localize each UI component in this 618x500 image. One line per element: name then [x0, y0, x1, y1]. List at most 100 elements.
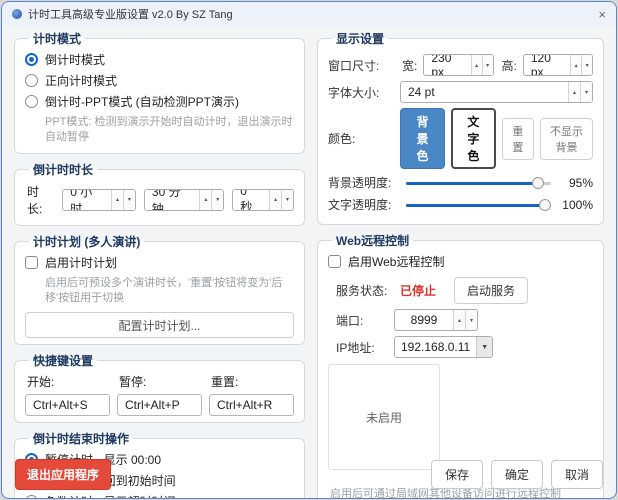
- exit-application-button[interactable]: 退出应用程序: [15, 459, 111, 490]
- left-column: 计时模式 倒计时模式 正向计时模式 倒计时-PPT模式 (自动检测PPT演示) …: [14, 30, 305, 499]
- pause-shortcut-label: 暂停:: [117, 373, 202, 390]
- slider-thumb[interactable]: [539, 199, 551, 211]
- reset-shortcut-label: 重置:: [209, 373, 294, 390]
- reset-shortcut-input[interactable]: Ctrl+Alt+R: [209, 394, 294, 416]
- spin-up-icon[interactable]: ▴: [570, 55, 581, 75]
- group-title-timing-mode: 计时模式: [29, 30, 85, 47]
- group-display-settings: 显示设置 窗口尺寸: 宽: 230 px ▴ ▾ 高: 120 px ▴ ▾: [317, 30, 604, 225]
- color-label: 颜色:: [328, 130, 394, 147]
- dialog-content: 计时模式 倒计时模式 正向计时模式 倒计时-PPT模式 (自动检测PPT演示) …: [2, 26, 616, 499]
- window-size-label: 窗口尺寸:: [328, 57, 394, 74]
- ok-button[interactable]: 确定: [491, 460, 543, 489]
- enable-web-remote-checkbox[interactable]: 启用Web远程控制: [328, 251, 593, 272]
- service-status-badge: 已停止: [400, 282, 436, 299]
- font-size-stepper[interactable]: 24 pt ▴ ▾: [400, 81, 593, 103]
- radio-ppt-mode[interactable]: 倒计时-PPT模式 (自动检测PPT演示): [25, 91, 294, 112]
- title-bar: 计时工具高级专业版设置 v2.0 By SZ Tang ×: [2, 2, 616, 26]
- radio-countdown-mode[interactable]: 倒计时模式: [25, 49, 294, 70]
- radio-forward-mode[interactable]: 正向计时模式: [25, 70, 294, 91]
- radio-label: 倒计时-PPT模式 (自动检测PPT演示): [45, 93, 239, 110]
- spin-down-icon[interactable]: ▾: [465, 310, 477, 330]
- group-countdown-duration: 倒计时时长 时长: 0 小时 ▴ ▾ 30 分钟 ▴ ▾ 0 秒: [14, 161, 305, 226]
- seconds-stepper[interactable]: 0 秒 ▴ ▾: [232, 189, 294, 211]
- qr-code-placeholder: 未启用: [328, 364, 440, 470]
- radio-icon[interactable]: [25, 495, 38, 499]
- group-timing-plan: 计时计划 (多人演讲) 启用计时计划 启用后可预设多个演讲时长，'重置'按钮将变…: [14, 233, 305, 346]
- radio-label: 负数计时 - 显示超时时间: [45, 493, 176, 499]
- window-title: 计时工具高级专业版设置 v2.0 By SZ Tang: [28, 6, 233, 22]
- height-value[interactable]: 120 px: [524, 55, 570, 75]
- minutes-value[interactable]: 30 分钟: [145, 190, 199, 210]
- group-title-end-action: 倒计时结束时操作: [29, 430, 133, 447]
- bg-opacity-value: 95%: [557, 176, 593, 190]
- qr-placeholder-text: 未启用: [366, 409, 402, 426]
- group-title-shortcuts: 快捷键设置: [29, 352, 97, 369]
- text-opacity-slider[interactable]: [406, 197, 551, 213]
- radio-icon[interactable]: [25, 53, 38, 66]
- text-color-button[interactable]: 文字色: [451, 108, 496, 169]
- spin-up-icon[interactable]: ▴: [471, 55, 482, 75]
- height-label: 高:: [502, 57, 517, 74]
- start-service-button[interactable]: 启动服务: [454, 277, 528, 304]
- radio-icon[interactable]: [25, 74, 38, 87]
- spin-up-icon[interactable]: ▴: [269, 190, 281, 210]
- spin-down-icon[interactable]: ▾: [211, 190, 223, 210]
- port-label: 端口:: [336, 312, 388, 329]
- spin-down-icon[interactable]: ▾: [123, 190, 135, 210]
- app-icon: [12, 9, 22, 19]
- spin-down-icon[interactable]: ▾: [281, 190, 293, 210]
- background-color-button[interactable]: 背景色: [400, 108, 445, 169]
- spin-down-icon[interactable]: ▾: [580, 82, 592, 102]
- checkbox-icon[interactable]: [328, 255, 341, 268]
- service-status-label: 服务状态:: [336, 282, 388, 299]
- minutes-stepper[interactable]: 30 分钟 ▴ ▾: [144, 189, 224, 211]
- close-icon[interactable]: ×: [598, 8, 606, 21]
- font-size-value[interactable]: 24 pt: [401, 82, 568, 102]
- spin-down-icon[interactable]: ▾: [581, 55, 592, 75]
- port-stepper[interactable]: 8999 ▴ ▾: [394, 309, 478, 331]
- no-background-button[interactable]: 不显示背景: [540, 118, 593, 160]
- enable-timing-plan-checkbox[interactable]: 启用计时计划: [25, 252, 294, 273]
- configure-timing-plan-button[interactable]: 配置计时计划...: [25, 312, 294, 338]
- right-column: 显示设置 窗口尺寸: 宽: 230 px ▴ ▾ 高: 120 px ▴ ▾: [317, 30, 604, 499]
- spin-up-icon[interactable]: ▴: [111, 190, 123, 210]
- radio-label: 正向计时模式: [45, 72, 117, 89]
- ip-address-select[interactable]: 192.168.0.11 ▼: [394, 336, 493, 358]
- start-shortcut-input[interactable]: Ctrl+Alt+S: [25, 394, 110, 416]
- port-value[interactable]: 8999: [395, 310, 453, 330]
- slider-fill: [406, 204, 551, 207]
- spin-up-icon[interactable]: ▴: [453, 310, 465, 330]
- width-stepper[interactable]: 230 px ▴ ▾: [423, 54, 493, 76]
- hours-stepper[interactable]: 0 小时 ▴ ▾: [62, 189, 136, 211]
- save-button[interactable]: 保存: [431, 460, 483, 489]
- reset-color-button[interactable]: 重置: [502, 118, 534, 160]
- bg-opacity-label: 背景透明度:: [328, 174, 400, 191]
- radio-icon[interactable]: [25, 95, 38, 108]
- bg-opacity-slider[interactable]: [406, 175, 551, 191]
- radio-negative-at-end[interactable]: 负数计时 - 显示超时时间: [25, 491, 294, 499]
- spin-up-icon[interactable]: ▴: [199, 190, 211, 210]
- width-label: 宽:: [402, 57, 417, 74]
- width-value[interactable]: 230 px: [424, 55, 470, 75]
- height-stepper[interactable]: 120 px ▴ ▾: [523, 54, 593, 76]
- ip-address-value: 192.168.0.11: [395, 337, 476, 357]
- group-title-web-remote: Web远程控制: [332, 232, 413, 249]
- settings-dialog: 计时工具高级专业版设置 v2.0 By SZ Tang × 计时模式 倒计时模式…: [1, 1, 617, 499]
- hours-value[interactable]: 0 小时: [63, 190, 111, 210]
- chevron-down-icon[interactable]: ▼: [476, 337, 492, 357]
- ip-address-label: IP地址:: [336, 339, 388, 356]
- pause-shortcut-input[interactable]: Ctrl+Alt+P: [117, 394, 202, 416]
- group-title-display-settings: 显示设置: [332, 30, 388, 47]
- radio-label: 倒计时模式: [45, 51, 105, 68]
- spin-down-icon[interactable]: ▾: [482, 55, 493, 75]
- group-title-countdown-duration: 倒计时时长: [29, 161, 97, 178]
- group-shortcuts: 快捷键设置 开始: 暂停: 重置: Ctrl+Alt+S Ctrl+Alt+P …: [14, 352, 305, 423]
- seconds-value[interactable]: 0 秒: [233, 190, 269, 210]
- checkbox-icon[interactable]: [25, 256, 38, 269]
- cancel-button[interactable]: 取消: [551, 460, 603, 489]
- checkbox-label: 启用Web远程控制: [348, 253, 444, 270]
- spin-up-icon[interactable]: ▴: [568, 82, 580, 102]
- slider-thumb[interactable]: [532, 177, 544, 189]
- text-opacity-label: 文字透明度:: [328, 196, 400, 213]
- checkbox-label: 启用计时计划: [45, 254, 117, 271]
